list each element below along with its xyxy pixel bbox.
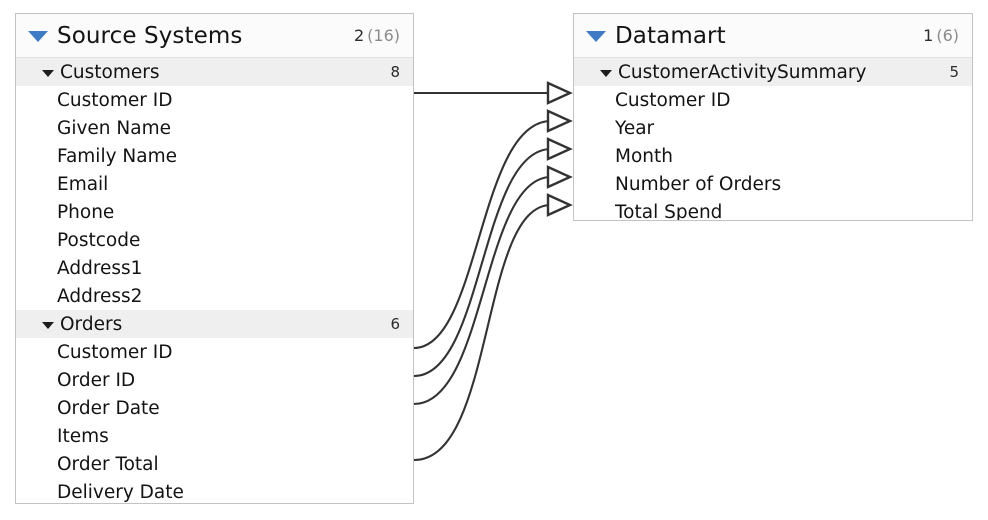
arrowhead-icon — [546, 109, 573, 133]
datamart-panel[interactable]: Datamart 1 (6) CustomerActivitySummary 5 … — [573, 13, 973, 221]
connector-curve-4 — [413, 203, 552, 462]
field-label: Items — [57, 425, 109, 447]
caret-down-icon[interactable] — [42, 69, 54, 77]
field-row[interactable]: Order Date — [16, 394, 413, 422]
field-row[interactable]: Items — [16, 422, 413, 450]
target-selected-count: 1 — [923, 26, 934, 45]
table-row-customeractivitysummary[interactable]: CustomerActivitySummary 5 — [574, 58, 972, 86]
target-panel-title: Datamart — [615, 22, 726, 49]
field-row[interactable]: Email — [16, 170, 413, 198]
field-label: Year — [615, 117, 655, 139]
field-label: Number of Orders — [615, 173, 782, 195]
lineage-canvas: Source Systems 2 (16) Customers 8 Custome… — [0, 0, 988, 520]
field-row[interactable]: Phone — [16, 198, 413, 226]
caret-down-icon[interactable] — [28, 31, 48, 42]
caret-down-icon[interactable] — [600, 69, 612, 77]
table-name: Customers — [60, 61, 160, 83]
field-label: Order Date — [57, 397, 160, 419]
field-row[interactable]: Family Name — [16, 142, 413, 170]
field-label: Family Name — [57, 145, 177, 167]
table-field-count: 8 — [390, 63, 400, 81]
source-selected-count: 2 — [353, 26, 365, 45]
field-label: Email — [57, 173, 109, 195]
field-label: Total Spend — [615, 201, 723, 221]
field-row[interactable]: Month — [574, 142, 972, 170]
source-panel-title: Source Systems — [57, 22, 243, 49]
caret-down-icon[interactable] — [42, 321, 54, 329]
arrowhead-icon — [546, 193, 573, 217]
field-row[interactable]: Order Total — [16, 450, 413, 478]
field-label: Address1 — [57, 257, 143, 279]
connector-curve-3 — [413, 175, 552, 406]
arrowhead-icon — [546, 165, 573, 189]
target-panel-header[interactable]: Datamart 1 (6) — [574, 14, 972, 58]
arrowhead-icon — [546, 81, 573, 105]
field-row[interactable]: Address2 — [16, 282, 413, 310]
field-label: Month — [615, 145, 673, 167]
field-label: Customer ID — [57, 89, 173, 111]
field-row[interactable]: Order ID — [16, 366, 413, 394]
source-total-count: (16) — [367, 26, 400, 45]
field-row[interactable]: Year — [574, 114, 972, 142]
field-label: Postcode — [57, 229, 141, 251]
field-row[interactable]: Number of Orders — [574, 170, 972, 198]
source-systems-panel[interactable]: Source Systems 2 (16) Customers 8 Custome… — [15, 13, 414, 504]
field-label: Address2 — [57, 285, 143, 307]
target-total-count: (6) — [936, 26, 959, 45]
field-row[interactable]: Customer ID — [574, 86, 972, 114]
field-row[interactable]: Postcode — [16, 226, 413, 254]
target-panel-counts: 1 (6) — [923, 26, 959, 45]
caret-down-icon[interactable] — [586, 31, 606, 42]
table-row-orders[interactable]: Orders 6 — [16, 310, 413, 338]
table-field-count: 6 — [390, 315, 400, 333]
field-row[interactable]: Address1 — [16, 254, 413, 282]
field-label: Customer ID — [57, 341, 173, 363]
field-row[interactable]: Delivery Date — [16, 478, 413, 503]
field-label: Given Name — [57, 117, 171, 139]
table-name: Orders — [60, 313, 123, 335]
field-label: Order Total — [57, 453, 159, 475]
field-label: Phone — [57, 201, 115, 223]
table-name: CustomerActivitySummary — [618, 61, 867, 83]
connector-curve-1 — [413, 119, 552, 350]
arrowhead-icon — [546, 137, 573, 161]
field-row[interactable]: Customer ID — [16, 338, 413, 366]
source-panel-header[interactable]: Source Systems 2 (16) — [16, 14, 413, 58]
field-row[interactable]: Total Spend — [574, 198, 972, 221]
connector-curve-2 — [413, 147, 552, 378]
field-row[interactable]: Customer ID — [16, 86, 413, 114]
table-field-count: 5 — [949, 63, 959, 81]
field-row[interactable]: Given Name — [16, 114, 413, 142]
field-label: Order ID — [57, 369, 136, 391]
field-label: Delivery Date — [57, 481, 184, 503]
field-label: Customer ID — [615, 89, 731, 111]
source-panel-counts: 2 (16) — [354, 26, 400, 45]
table-row-customers[interactable]: Customers 8 — [16, 58, 413, 86]
